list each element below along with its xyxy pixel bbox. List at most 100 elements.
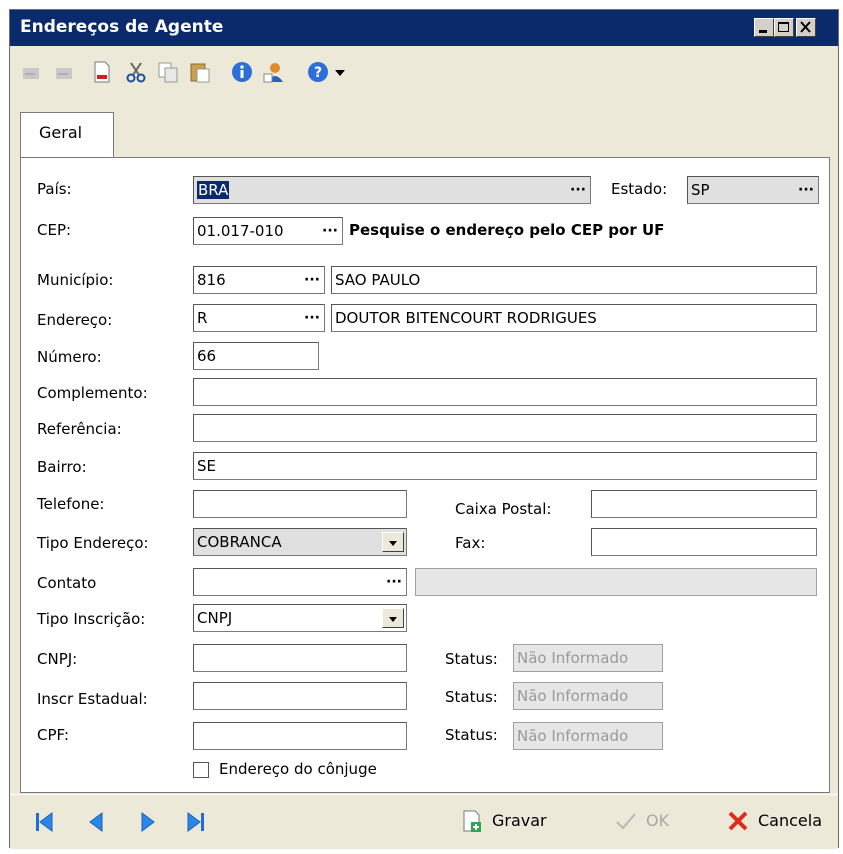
pais-field[interactable]: BRA ··· [193,176,591,204]
cut-icon[interactable] [124,60,148,84]
tipo-endereco-dropdown-button[interactable] [382,532,404,552]
minimize-icon [759,30,767,33]
bairro-label: Bairro: [37,458,87,476]
tab-geral[interactable]: Geral [20,112,114,158]
chevron-down-icon [389,617,397,622]
status-ie-value: Não Informado [517,687,629,705]
status-cnpj-field: Não Informado [513,644,663,672]
complemento-label: Complemento: [37,384,148,402]
endereco-label: Endereço: [37,311,113,329]
copy-icon[interactable] [156,60,180,84]
municipio-lookup-button[interactable]: ··· [304,267,320,293]
maximize-icon [778,22,789,32]
dialog-window: Endereços de Agente ? Geral País: BRA ··… [9,9,839,849]
cancel-x-icon [728,811,748,831]
cpf-field[interactable]: . . - [193,722,407,750]
close-button[interactable] [796,18,816,37]
referencia-label: Referência: [37,420,122,438]
pais-label: País: [37,180,72,198]
contato-lookup-button[interactable]: ··· [386,569,402,595]
next-record-icon[interactable] [134,809,160,835]
edit-next-icon[interactable] [52,60,76,84]
status-ie-field: Não Informado [513,682,663,710]
tipo-inscricao-dropdown-button[interactable] [382,608,404,628]
endereco-type-field[interactable]: R ··· [193,304,325,332]
new-document-icon[interactable] [90,60,114,84]
tab-strip: Geral [10,98,838,158]
gravar-button[interactable]: Gravar [460,807,570,837]
municipio-name-value: SAO PAULO [335,271,421,289]
fax-field[interactable] [591,528,817,556]
contato-field[interactable]: ··· [193,568,407,596]
inscr-estadual-field[interactable] [193,682,407,710]
svg-text:?: ? [314,65,322,81]
numero-value: 66 [197,347,217,365]
save-document-icon [463,810,481,832]
gravar-label: Gravar [492,811,547,830]
cnpj-field[interactable] [193,644,407,672]
endereco-lookup-button[interactable]: ··· [304,305,320,331]
referencia-field[interactable] [193,414,817,442]
maximize-button[interactable] [774,18,794,37]
cep-label: CEP: [37,221,72,239]
numero-label: Número: [37,348,102,366]
tipo-inscricao-label: Tipo Inscrição: [37,610,146,628]
status-cpf-label: Status: [445,726,498,744]
numero-field[interactable]: 66 [193,342,319,370]
conjuge-checkbox[interactable] [193,762,209,778]
cancela-label: Cancela [758,811,823,830]
conjuge-label[interactable]: Endereço do cônjuge [219,760,377,778]
title-bar[interactable]: Endereços de Agente [10,10,838,46]
paste-icon[interactable] [188,60,212,84]
edit-prev-icon[interactable] [20,60,44,84]
caixa-postal-label: Caixa Postal: [455,500,552,518]
last-record-icon[interactable] [182,809,208,835]
cpf-label: CPF: [37,726,70,744]
fax-label: Fax: [455,534,486,552]
close-icon [800,21,811,33]
tipo-endereco-select[interactable]: COBRANCA [193,528,407,556]
status-ie-label: Status: [445,688,498,706]
cep-value: 01.017-010 [197,222,284,240]
ok-button[interactable]: OK [614,807,684,837]
complemento-field[interactable] [193,378,817,406]
info-icon[interactable] [230,60,254,84]
estado-field[interactable]: SP ··· [687,176,819,204]
endereco-type-value: R [197,309,208,327]
municipio-code-field[interactable]: 816 ··· [193,266,325,294]
status-cpf-value: Não Informado [517,727,629,745]
cep-lookup-button[interactable]: ··· [322,218,338,244]
cep-search-link[interactable]: Pesquise o endereço pelo CEP por UF [349,221,664,239]
previous-record-icon[interactable] [84,809,110,835]
pais-lookup-button[interactable]: ··· [570,177,586,203]
toolbar: ? [10,46,838,98]
first-record-icon[interactable] [32,809,58,835]
contato-name-field [415,568,817,596]
tipo-endereco-value: COBRANCA [197,533,282,551]
dropdown-arrow-icon[interactable] [332,60,348,84]
telefone-field[interactable] [193,490,407,518]
bairro-field[interactable]: SE [193,452,817,480]
cep-field[interactable]: 01.017-010 ··· [193,217,343,245]
inscr-estadual-label: Inscr Estadual: [37,690,148,708]
footer-bar: Gravar OK Cancela [10,794,838,849]
telefone-label: Telefone: [37,495,105,513]
estado-lookup-button[interactable]: ··· [798,177,814,203]
municipio-label: Município: [37,271,114,289]
caixa-postal-field[interactable] [591,490,817,518]
status-cpf-field: Não Informado [513,722,663,750]
municipio-name-field[interactable]: SAO PAULO [331,266,817,294]
tipo-inscricao-select[interactable]: CNPJ [193,604,407,632]
window-title: Endereços de Agente [20,17,224,37]
minimize-button[interactable] [754,18,774,37]
estado-label: Estado: [611,180,668,198]
user-icon[interactable] [262,60,286,84]
estado-value: SP [691,181,710,199]
contato-label: Contato [37,574,97,592]
cnpj-label: CNPJ: [37,650,78,668]
tab-geral-label: Geral [39,123,83,142]
help-icon[interactable]: ? [306,60,330,84]
endereco-name-value: DOUTOR BITENCOURT RODRIGUES [335,309,597,327]
cancela-button[interactable]: Cancela [726,807,834,837]
endereco-name-field[interactable]: DOUTOR BITENCOURT RODRIGUES [331,304,817,332]
